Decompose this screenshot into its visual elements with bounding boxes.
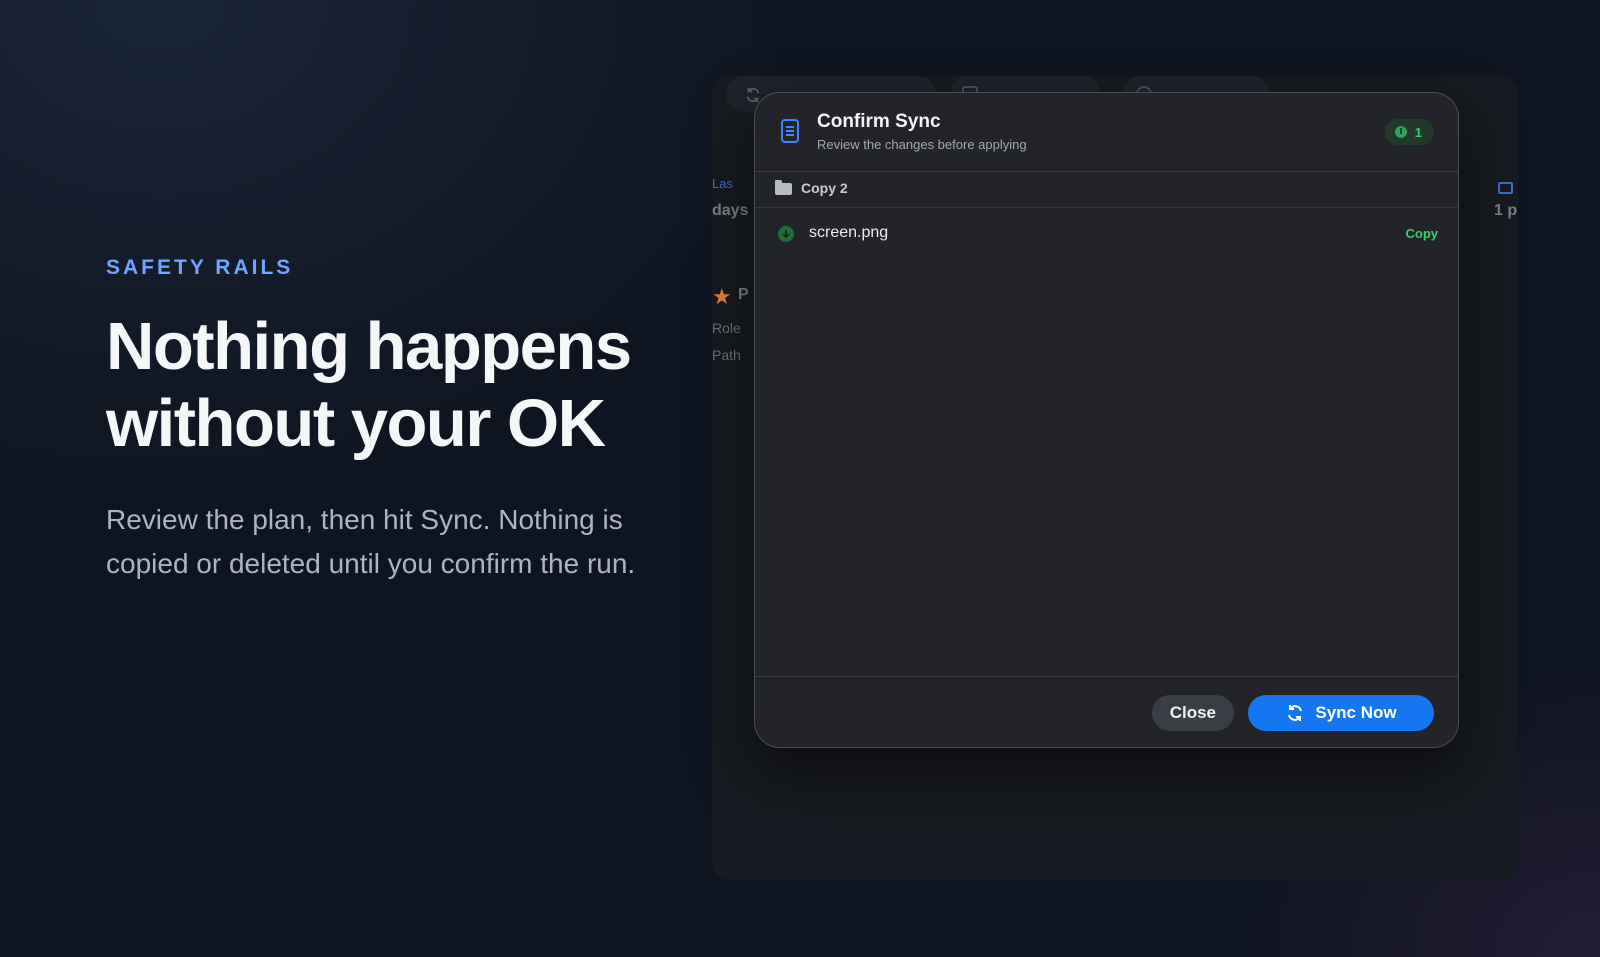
background-path-label: Path <box>712 347 741 363</box>
background-star-label: P <box>738 286 749 303</box>
eyebrow-label: SAFETY RAILS <box>106 256 294 279</box>
background-right-text: 1 p <box>1494 202 1518 219</box>
dialog-footer: Close Sync Now <box>755 676 1458 747</box>
list-item[interactable]: screen.png Copy <box>755 217 1458 253</box>
checklist-icon <box>781 119 799 143</box>
group-label: Copy 2 <box>801 180 848 196</box>
background-link: Las <box>712 176 733 191</box>
dialog-title: Confirm Sync <box>817 111 941 132</box>
confirm-sync-dialog: Confirm Sync Review the changes before a… <box>754 92 1459 748</box>
download-icon <box>1394 126 1407 138</box>
group-header: Copy 2 <box>755 171 1458 208</box>
file-name: screen.png <box>809 224 889 241</box>
sync-now-button[interactable]: Sync Now <box>1248 695 1434 731</box>
close-button[interactable]: Close <box>1151 695 1234 731</box>
change-count: 1 <box>1414 124 1422 140</box>
hero-section: SAFETY RAILS Nothing happens without you… <box>106 256 666 586</box>
lede-paragraph: Review the plan, then hit Sync. Nothing … <box>106 504 636 579</box>
background-days-text: days <box>712 202 749 219</box>
dialog-subtitle: Review the changes before applying <box>817 137 1027 152</box>
folder-icon <box>1498 182 1513 194</box>
star-icon: ★ <box>712 284 732 309</box>
arrow-down-circle-icon <box>778 226 794 242</box>
dialog-header: Confirm Sync Review the changes before a… <box>755 93 1458 172</box>
sync-now-label: Sync Now <box>1315 703 1397 722</box>
headline: Nothing happens without your OK <box>106 309 632 461</box>
sync-icon <box>1288 705 1303 721</box>
change-count-badge: 1 <box>1384 119 1434 145</box>
folder-icon <box>775 180 792 195</box>
file-action: Copy <box>1405 226 1439 241</box>
background-role-label: Role <box>712 320 741 336</box>
